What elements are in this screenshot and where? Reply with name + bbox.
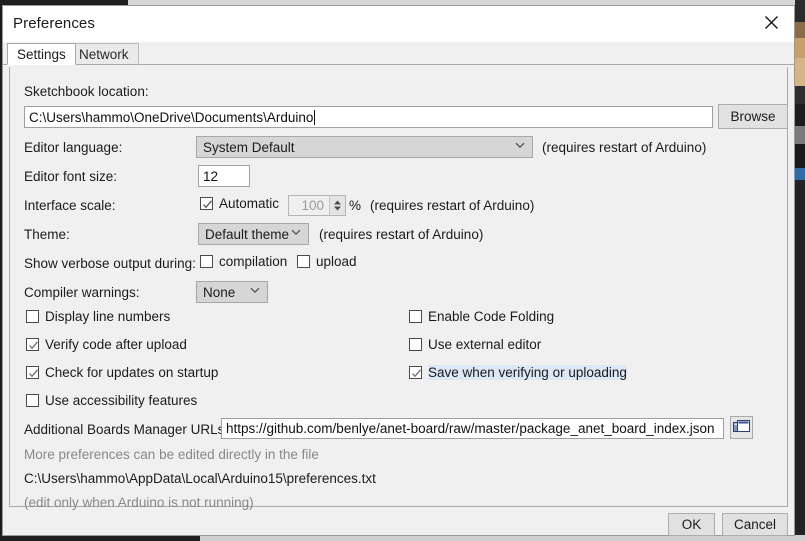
dialog-footer: OK Cancel xyxy=(9,508,788,536)
checkbox-box xyxy=(409,366,422,379)
checkbox-box xyxy=(26,366,39,379)
checkbox-box xyxy=(409,338,422,351)
browse-button-label: Browse xyxy=(730,109,776,124)
chevron-down-icon xyxy=(515,142,525,151)
sketchbook-location-label: Sketchbook location: xyxy=(24,84,149,99)
enable-code-folding-checkbox[interactable]: Enable Code Folding xyxy=(409,309,554,324)
tab-strip: Settings Network xyxy=(3,42,794,65)
boards-manager-urls-input[interactable]: https://github.com/benlye/anet-board/raw… xyxy=(221,418,724,439)
sketchbook-location-value: C:\Users\hammo\OneDrive\Documents\Arduin… xyxy=(29,109,314,125)
interface-scale-value: 100 xyxy=(301,198,324,213)
ok-button[interactable]: OK xyxy=(668,513,715,536)
display-line-numbers-checkbox[interactable]: Display line numbers xyxy=(26,309,170,324)
interface-scale-label: Interface scale: xyxy=(24,198,116,213)
theme-value: Default theme xyxy=(205,226,290,242)
tab-settings-label: Settings xyxy=(17,46,66,62)
theme-select[interactable]: Default theme xyxy=(198,223,309,245)
checkbox-box xyxy=(26,310,39,323)
verbose-upload-checkbox[interactable]: upload xyxy=(297,254,357,269)
check-for-updates-on-startup-label: Check for updates on startup xyxy=(45,365,219,380)
interface-scale-automatic-label: Automatic xyxy=(219,196,280,211)
boards-manager-urls-value: https://github.com/benlye/anet-board/raw… xyxy=(226,421,715,436)
interface-scale-restart-note: (requires restart of Arduino) xyxy=(370,198,535,213)
verbose-output-label: Show verbose output during: xyxy=(24,256,196,271)
enable-code-folding-label: Enable Code Folding xyxy=(428,309,555,324)
checkbox-box xyxy=(297,255,310,268)
verify-code-after-upload-checkbox[interactable]: Verify code after upload xyxy=(26,337,187,352)
cancel-button[interactable]: Cancel xyxy=(722,513,788,536)
editor-language-label: Editor language: xyxy=(24,140,123,155)
tab-network-label: Network xyxy=(79,46,129,62)
verbose-compilation-checkbox[interactable]: compilation xyxy=(200,254,287,269)
preferences-file-path: C:\Users\hammo\AppData\Local\Arduino15\p… xyxy=(24,471,376,486)
use-external-editor-checkbox[interactable]: Use external editor xyxy=(409,337,541,352)
settings-panel: Sketchbook location: C:\Users\hammo\OneD… xyxy=(9,67,788,510)
chevron-down-icon xyxy=(250,287,260,296)
verbose-upload-label: upload xyxy=(316,254,357,269)
checkbox-box xyxy=(200,255,213,268)
tab-settings[interactable]: Settings xyxy=(7,43,76,65)
use-accessibility-features-label: Use accessibility features xyxy=(45,393,198,408)
preferences-dialog: Preferences Settings Network Sketchbook … xyxy=(2,5,795,536)
theme-restart-note: (requires restart of Arduino) xyxy=(319,227,484,242)
verify-code-after-upload-label: Verify code after upload xyxy=(45,337,187,352)
boards-manager-urls-label: Additional Boards Manager URLs: xyxy=(24,422,229,437)
display-line-numbers-label: Display line numbers xyxy=(45,309,171,324)
checkbox-box xyxy=(26,394,39,407)
interface-scale-percent-label: % xyxy=(349,198,362,213)
tab-network[interactable]: Network xyxy=(69,43,139,65)
verbose-compilation-label: compilation xyxy=(219,254,288,269)
editor-language-restart-note: (requires restart of Arduino) xyxy=(542,140,707,155)
compiler-warnings-label: Compiler warnings: xyxy=(24,285,140,300)
editor-font-size-input[interactable]: 12 xyxy=(198,165,250,187)
stepper-arrows-icon[interactable] xyxy=(329,196,345,215)
ok-button-label: OK xyxy=(681,517,702,532)
cancel-button-label: Cancel xyxy=(733,517,777,532)
screen: Preferences Settings Network Sketchbook … xyxy=(0,0,805,541)
background-window-right xyxy=(795,0,805,541)
theme-label: Theme: xyxy=(24,227,70,242)
browse-button[interactable]: Browse xyxy=(718,104,788,129)
editor-font-size-value: 12 xyxy=(203,168,219,184)
use-accessibility-features-checkbox[interactable]: Use accessibility features xyxy=(26,393,197,408)
interface-scale-automatic-checkbox[interactable]: Automatic xyxy=(200,196,279,211)
save-when-verifying-or-uploading-label: Save when verifying or uploading xyxy=(428,365,627,380)
editor-font-size-label: Editor font size: xyxy=(24,169,118,184)
window-title: Preferences xyxy=(13,15,95,32)
compiler-warnings-value: None xyxy=(203,284,236,300)
use-external-editor-label: Use external editor xyxy=(428,337,542,352)
check-for-updates-on-startup-checkbox[interactable]: Check for updates on startup xyxy=(26,365,218,380)
checkbox-box xyxy=(26,338,39,351)
compiler-warnings-select[interactable]: None xyxy=(196,281,268,303)
save-when-verifying-or-uploading-checkbox[interactable]: Save when verifying or uploading xyxy=(409,365,627,380)
interface-scale-stepper[interactable]: 100 xyxy=(288,195,346,216)
checkbox-box xyxy=(409,310,422,323)
editor-language-select[interactable]: System Default xyxy=(196,136,533,158)
multi-window-icon[interactable] xyxy=(730,416,753,439)
checkbox-box xyxy=(200,197,213,210)
editor-language-value: System Default xyxy=(203,139,295,155)
more-preferences-note: More preferences can be edited directly … xyxy=(24,447,319,462)
close-icon[interactable] xyxy=(749,6,794,38)
sketchbook-location-input[interactable]: C:\Users\hammo\OneDrive\Documents\Arduin… xyxy=(24,106,713,128)
titlebar: Preferences xyxy=(3,6,794,42)
chevron-down-icon xyxy=(291,229,301,238)
